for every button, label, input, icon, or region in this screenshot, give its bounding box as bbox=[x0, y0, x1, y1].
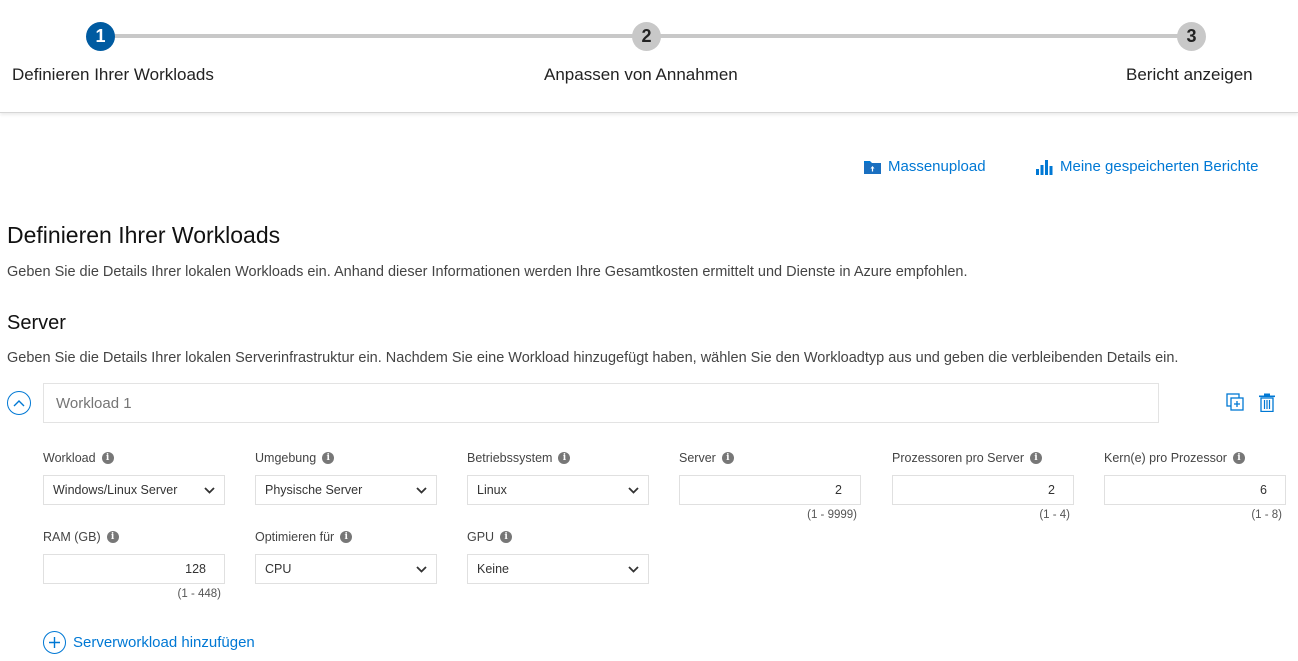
chevron-down-icon bbox=[628, 565, 639, 573]
step-3-label[interactable]: Bericht anzeigen bbox=[1126, 65, 1253, 85]
processors-label: Prozessoren pro Server bbox=[892, 451, 1025, 465]
saved-reports-label: Meine gespeicherten Berichte bbox=[1060, 158, 1259, 175]
os-select[interactable]: Linux bbox=[467, 475, 649, 505]
os-value: Linux bbox=[477, 483, 507, 497]
cores-input[interactable]: 6 bbox=[1104, 475, 1286, 505]
collapse-workload-button[interactable] bbox=[7, 391, 31, 415]
bulk-upload-link[interactable]: Massenupload bbox=[864, 158, 986, 175]
chevron-up-icon bbox=[13, 400, 25, 407]
chevron-down-icon bbox=[416, 565, 427, 573]
info-icon[interactable]: i bbox=[101, 452, 114, 464]
add-server-workload-button[interactable]: Serverworkload hinzufügen bbox=[43, 631, 255, 654]
workload-type-field: Workload i Windows/Linux Server bbox=[43, 450, 225, 505]
step-1-label[interactable]: Definieren Ihrer Workloads bbox=[12, 65, 214, 85]
gpu-value: Keine bbox=[477, 562, 509, 576]
step-3-circle[interactable]: 3 bbox=[1177, 22, 1206, 51]
processors-value: 2 bbox=[1048, 483, 1055, 497]
workload-name-input[interactable] bbox=[43, 383, 1159, 423]
os-label: Betriebssystem bbox=[467, 451, 553, 465]
chevron-down-icon bbox=[416, 486, 427, 494]
info-icon[interactable]: i bbox=[106, 531, 119, 543]
gpu-field: GPU i Keine bbox=[467, 529, 649, 584]
step-2-label[interactable]: Anpassen von Annahmen bbox=[544, 65, 738, 85]
server-section-description: Geben Sie die Details Ihrer lokalen Serv… bbox=[7, 350, 1179, 366]
chevron-down-icon bbox=[628, 486, 639, 494]
environment-field: Umgebung i Physische Server bbox=[255, 450, 437, 505]
saved-reports-link[interactable]: Meine gespeicherten Berichte bbox=[1036, 158, 1258, 175]
info-icon[interactable]: i bbox=[721, 452, 734, 464]
workload-type-select[interactable]: Windows/Linux Server bbox=[43, 475, 225, 505]
optimize-field: Optimieren für i CPU bbox=[255, 529, 437, 584]
step-2-circle[interactable]: 2 bbox=[632, 22, 661, 51]
info-icon[interactable]: i bbox=[340, 531, 353, 543]
info-icon[interactable]: i bbox=[1030, 452, 1043, 464]
chevron-down-icon bbox=[204, 486, 215, 494]
page-title: Definieren Ihrer Workloads bbox=[7, 222, 281, 248]
environment-value: Physische Server bbox=[265, 483, 363, 497]
optimize-label: Optimieren für bbox=[255, 530, 335, 544]
servers-value: 2 bbox=[835, 483, 842, 497]
bulk-upload-label: Massenupload bbox=[888, 158, 986, 175]
servers-range: (1 - 9999) bbox=[807, 509, 857, 521]
add-server-workload-label: Serverworkload hinzufügen bbox=[73, 634, 255, 651]
processors-field: Prozessoren pro Server i 2 (1 - 4) bbox=[892, 450, 1074, 521]
cores-value: 6 bbox=[1260, 483, 1267, 497]
gpu-select[interactable]: Keine bbox=[467, 554, 649, 584]
info-icon[interactable]: i bbox=[1232, 452, 1245, 464]
ram-label: RAM (GB) bbox=[43, 530, 101, 544]
delete-workload-icon[interactable] bbox=[1258, 393, 1276, 417]
bar-chart-icon bbox=[1036, 159, 1053, 175]
servers-input[interactable]: 2 bbox=[679, 475, 861, 505]
ram-input[interactable]: 128 bbox=[43, 554, 225, 584]
folder-upload-icon bbox=[864, 159, 881, 174]
cores-label: Kern(e) pro Prozessor bbox=[1104, 451, 1227, 465]
workload-type-value: Windows/Linux Server bbox=[53, 483, 178, 497]
page-description: Geben Sie die Details Ihrer lokalen Work… bbox=[7, 264, 968, 280]
processors-range: (1 - 4) bbox=[1039, 509, 1070, 521]
server-section-title: Server bbox=[7, 312, 66, 334]
optimize-value: CPU bbox=[265, 562, 292, 576]
info-icon[interactable]: i bbox=[500, 531, 513, 543]
workload-type-label: Workload bbox=[43, 451, 96, 465]
ram-range: (1 - 448) bbox=[177, 588, 221, 600]
progress-stepper: 1 Definieren Ihrer Workloads 2 Anpassen … bbox=[0, 0, 1298, 113]
environment-label: Umgebung bbox=[255, 451, 317, 465]
info-icon[interactable]: i bbox=[558, 452, 571, 464]
servers-field: Server i 2 (1 - 9999) bbox=[679, 450, 861, 521]
ram-value: 128 bbox=[185, 562, 206, 576]
optimize-select[interactable]: CPU bbox=[255, 554, 437, 584]
environment-select[interactable]: Physische Server bbox=[255, 475, 437, 505]
cores-field: Kern(e) pro Prozessor i 6 (1 - 8) bbox=[1104, 450, 1286, 521]
servers-label: Server bbox=[679, 451, 716, 465]
gpu-label: GPU bbox=[467, 530, 495, 544]
info-icon[interactable]: i bbox=[322, 452, 335, 464]
plus-icon bbox=[43, 631, 66, 654]
os-field: Betriebssystem i Linux bbox=[467, 450, 649, 505]
processors-input[interactable]: 2 bbox=[892, 475, 1074, 505]
step-1-circle[interactable]: 1 bbox=[86, 22, 115, 51]
duplicate-workload-icon[interactable] bbox=[1226, 393, 1244, 416]
ram-field: RAM (GB) i 128 (1 - 448) bbox=[43, 529, 225, 600]
cores-range: (1 - 8) bbox=[1251, 509, 1282, 521]
